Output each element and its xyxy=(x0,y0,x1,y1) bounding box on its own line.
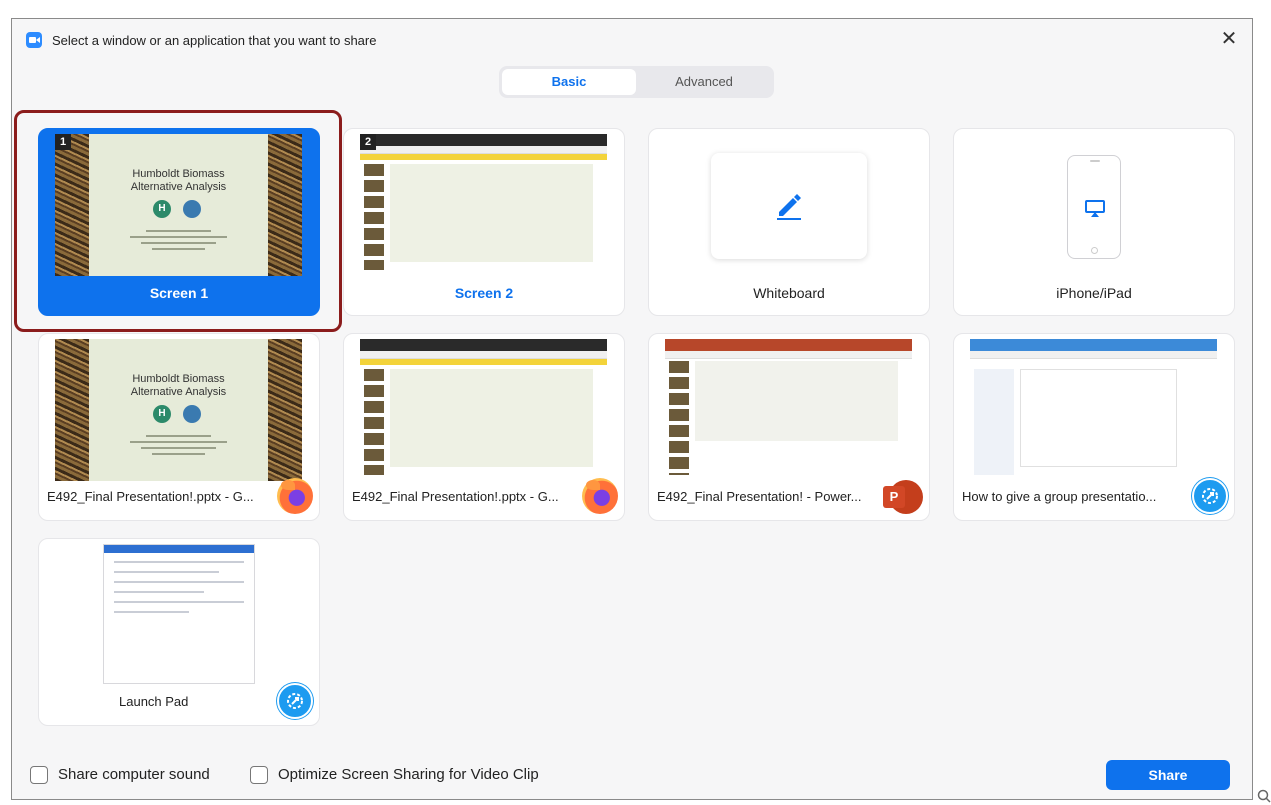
window-thumbnail xyxy=(665,339,912,481)
share-option-browser-window[interactable]: How to give a group presentatio... xyxy=(953,333,1235,521)
share-sound-checkbox[interactable] xyxy=(30,766,48,784)
screenshot-root: Select a window or an application that y… xyxy=(0,0,1271,805)
screen-number: 2 xyxy=(360,134,376,150)
card-label: Whiteboard xyxy=(753,285,825,301)
h-logo-icon: H xyxy=(153,200,171,218)
card-label: E492_Final Presentation! - Power... xyxy=(657,489,862,504)
screen-number: 1 xyxy=(55,134,71,150)
card-label: iPhone/iPad xyxy=(1056,285,1132,301)
share-option-whiteboard[interactable]: Whiteboard xyxy=(648,128,930,316)
tab-switcher: Basic Advanced xyxy=(499,66,774,98)
zoom-app-icon xyxy=(26,32,42,48)
share-option-powerpoint-window[interactable]: E492_Final Presentation! - Power... P xyxy=(648,333,930,521)
h-logo-icon: H xyxy=(153,405,171,423)
dialog-title: Select a window or an application that y… xyxy=(52,33,377,48)
card-label: E492_Final Presentation!.pptx - G... xyxy=(47,489,254,504)
firefox-icon xyxy=(277,478,313,514)
phone-icon xyxy=(1067,155,1121,259)
window-thumbnail xyxy=(103,544,255,684)
slide-title: Humboldt Biomass Alternative Analysis xyxy=(130,373,227,398)
close-button[interactable]: ✕ xyxy=(1218,28,1240,50)
screen-1-thumbnail: 1 Humboldt Biomass Alternative Analysis H xyxy=(55,134,302,276)
card-label: E492_Final Presentation!.pptx - G... xyxy=(352,489,559,504)
optimize-video-label: Optimize Screen Sharing for Video Clip xyxy=(278,766,539,783)
share-option-screen-2[interactable]: 2 Screen 2 xyxy=(343,128,625,316)
dialog-footer: Share computer sound Optimize Screen Sha… xyxy=(12,751,1252,799)
slide-title: Humboldt Biomass Alternative Analysis xyxy=(130,168,227,193)
powerpoint-icon: P xyxy=(883,480,923,514)
share-option-firefox-window-1[interactable]: Humboldt Biomass Alternative Analysis H E… xyxy=(38,333,320,521)
snipping-tool-icon xyxy=(277,683,313,719)
share-button[interactable]: Share xyxy=(1106,760,1230,790)
tab-advanced[interactable]: Advanced xyxy=(637,69,771,95)
pencil-icon xyxy=(777,194,801,220)
window-thumbnail xyxy=(970,339,1217,481)
logo-icon xyxy=(183,405,201,423)
firefox-icon xyxy=(582,478,618,514)
screen-2-thumbnail: 2 xyxy=(360,134,607,276)
card-label: Launch Pad xyxy=(119,694,189,709)
snipping-tool-icon xyxy=(1192,478,1228,514)
share-sound-label: Share computer sound xyxy=(58,766,210,783)
window-thumbnail xyxy=(360,339,607,481)
window-thumbnail: Humboldt Biomass Alternative Analysis H xyxy=(55,339,302,481)
airplay-icon xyxy=(1085,200,1105,217)
card-label: Screen 2 xyxy=(454,285,514,301)
slide-preview: Humboldt Biomass Alternative Analysis H xyxy=(55,134,302,276)
tab-basic[interactable]: Basic xyxy=(502,69,636,95)
share-option-iphone-ipad[interactable]: iPhone/iPad xyxy=(953,128,1235,316)
optimize-video-checkbox[interactable] xyxy=(250,766,268,784)
magnifier-icon xyxy=(1257,789,1271,803)
share-option-launch-pad[interactable]: Launch Pad xyxy=(38,538,320,726)
share-option-screen-1[interactable]: 1 Humboldt Biomass Alternative Analysis H… xyxy=(38,128,320,316)
card-label: How to give a group presentatio... xyxy=(962,489,1157,504)
card-label: Screen 1 xyxy=(149,285,209,301)
logo-icon xyxy=(183,200,201,218)
share-option-firefox-window-2[interactable]: E492_Final Presentation!.pptx - G... xyxy=(343,333,625,521)
share-dialog: Select a window or an application that y… xyxy=(11,18,1253,800)
title-bar: Select a window or an application that y… xyxy=(12,19,1252,59)
